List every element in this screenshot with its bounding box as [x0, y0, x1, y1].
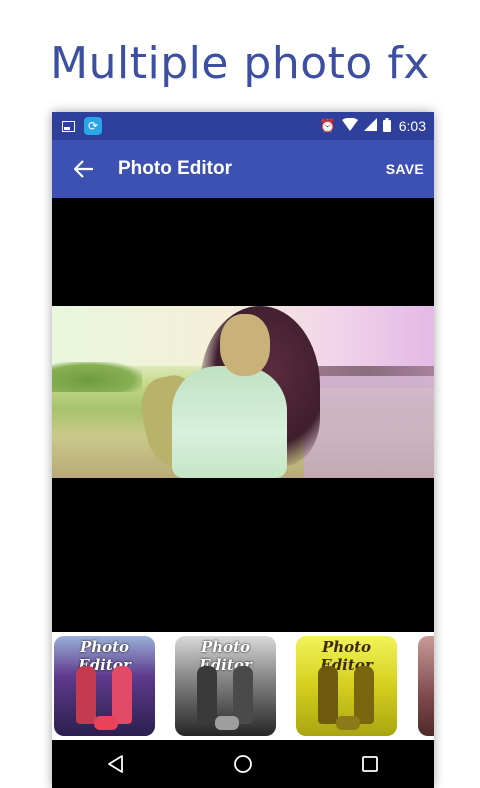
image-notification-icon	[62, 120, 75, 132]
edited-photo[interactable]	[52, 306, 434, 478]
filter-thumb-label: Photo Editor	[78, 638, 131, 674]
signal-icon	[363, 118, 377, 134]
battery-icon	[382, 117, 391, 135]
alarm-icon: ⏰	[319, 118, 336, 134]
phone-screen: ⟳ ⏰ 6:03 Photo Editor SAVE Photo Editor …	[52, 112, 434, 788]
filter-thumb-yellow-tint[interactable]: Photo Editor	[296, 636, 397, 736]
arrow-left-icon[interactable]	[56, 140, 112, 198]
recents-square-icon[interactable]	[350, 744, 390, 784]
home-circle-icon[interactable]	[223, 744, 263, 784]
wifi-icon	[341, 117, 358, 134]
promo-headline: Multiple photo fx	[50, 38, 430, 89]
filter-thumb-label: Photo Editor	[199, 638, 252, 674]
photo-canvas[interactable]	[52, 198, 434, 632]
app-bar: Photo Editor SAVE	[52, 140, 434, 198]
filter-thumb-sepia-red[interactable]	[418, 636, 434, 736]
save-button[interactable]: SAVE	[386, 161, 424, 177]
page-title: Photo Editor	[118, 158, 232, 179]
back-triangle-icon[interactable]	[96, 744, 136, 784]
filter-thumb-color-pop[interactable]: Photo Editor	[54, 636, 155, 736]
app-notification-icon: ⟳	[84, 117, 102, 135]
status-bar: ⟳ ⏰ 6:03	[52, 112, 434, 140]
status-time: 6:03	[398, 118, 426, 134]
filter-strip: Photo Editor Photo Editor Photo Editor	[52, 632, 434, 740]
system-nav-bar	[52, 740, 434, 788]
filter-thumb-label: Photo Editor	[320, 638, 373, 674]
filter-thumb-monochrome[interactable]: Photo Editor	[175, 636, 276, 736]
